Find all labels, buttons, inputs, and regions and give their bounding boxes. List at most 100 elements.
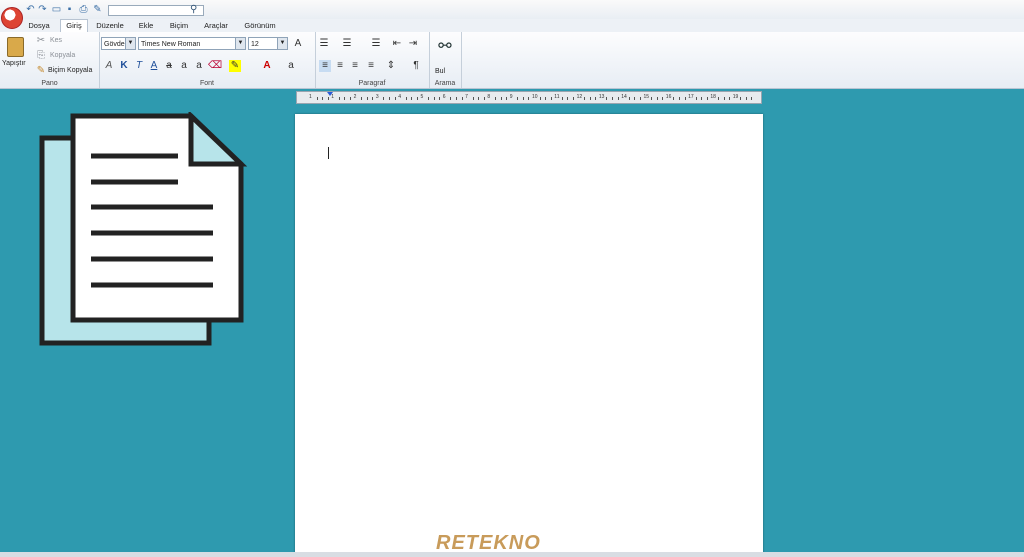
cut-button[interactable]: Kes (50, 37, 62, 44)
text-effects-icon[interactable]: a (285, 60, 297, 72)
ruler-mark: 13 (598, 94, 605, 100)
format-painter-icon[interactable]: ✎ (35, 65, 47, 77)
text-cursor (328, 147, 329, 159)
tab-gorunum[interactable]: Görünüm (240, 20, 280, 31)
quick-access-toolbar: ↶ ↷ ▭ ▪ ⎙ ✎ ⚲ (0, 0, 1024, 20)
ruler-tick (322, 97, 324, 100)
align-right-icon[interactable]: ≡ (349, 60, 361, 72)
binoculars-icon[interactable]: ⚯ (435, 38, 455, 56)
clear-format-icon[interactable]: A (103, 60, 115, 72)
cut-icon[interactable]: ✂ (35, 35, 47, 47)
ruler-tick (745, 97, 747, 100)
open-icon[interactable]: ▭ (51, 4, 62, 15)
ruler-tick (428, 97, 430, 100)
line-spacing-icon[interactable]: ⇕ (385, 60, 397, 72)
style-value: Gövde (104, 41, 125, 48)
style-select[interactable]: Gövde ▼ (101, 37, 136, 50)
ruler-tick (439, 97, 441, 100)
ruler-tick (550, 97, 552, 100)
ruler-tick (500, 97, 502, 100)
italic-icon[interactable]: T (133, 60, 145, 72)
brush-icon[interactable]: ✎ (92, 4, 103, 15)
document-icon (39, 112, 248, 346)
ruler-tick (606, 97, 608, 100)
ruler-mark: 1 (309, 94, 312, 100)
ruler-tick (612, 97, 614, 100)
decrease-indent-icon[interactable]: ⇤ (391, 38, 403, 50)
ruler-tick (717, 97, 719, 100)
ruler-mark: 11 (554, 94, 560, 100)
justify-icon[interactable]: ≡ (365, 60, 377, 72)
ruler-tick (338, 97, 340, 100)
ruler-mark: 6 (442, 94, 446, 100)
tab-dosya[interactable]: Dosya (22, 20, 56, 31)
font-color-icon[interactable]: A (261, 60, 273, 72)
paste-icon[interactable] (7, 37, 24, 57)
multilevel-list-icon[interactable]: ☰ (370, 38, 382, 50)
ruler-tick (416, 97, 418, 100)
ruler-tick (589, 97, 591, 100)
app-logo[interactable] (1, 7, 23, 29)
search-group-label: Arama (434, 80, 456, 87)
subscript-icon[interactable]: a (178, 60, 190, 72)
format-painter-button[interactable]: Biçim Kopyala (48, 67, 92, 74)
ruler-tick (528, 97, 530, 100)
ruler-tick (361, 97, 363, 100)
ruler-tick (706, 97, 708, 100)
tab-araclar[interactable]: Araçlar (199, 20, 233, 31)
bullet-list-icon[interactable]: ☰ (318, 38, 330, 50)
paragraph-mark-icon[interactable]: ¶ (410, 60, 422, 72)
ruler-tick (494, 97, 496, 100)
underline-icon[interactable]: A (148, 60, 160, 72)
font-size-select[interactable]: 12 ▼ (248, 37, 288, 50)
increase-indent-icon[interactable]: ⇥ (407, 38, 419, 50)
ruler-mark: 3 (375, 94, 379, 100)
clipboard-group-label: Pano (41, 80, 58, 87)
ruler-tick (327, 97, 329, 100)
save-icon[interactable]: ▪ (64, 4, 75, 15)
tab-duzenle[interactable]: Düzenle (92, 20, 128, 31)
ruler-tick (684, 97, 686, 100)
ruler-tick (723, 97, 725, 100)
ruler-mark: 4 (398, 94, 401, 100)
document-page[interactable] (295, 114, 763, 557)
numbered-list-icon[interactable]: ☰ (341, 38, 353, 50)
copy-icon[interactable]: ⎘ (35, 50, 47, 62)
search-binoculars-icon[interactable]: ⚲ (190, 4, 197, 15)
ruler-tick (405, 97, 407, 100)
ruler-mark: 1 (331, 94, 335, 100)
align-center-icon[interactable]: ≡ (334, 60, 346, 72)
strikethrough-icon[interactable]: a (163, 60, 175, 72)
find-button[interactable]: Bul (435, 68, 445, 75)
tab-giris[interactable]: Giriş (60, 19, 88, 33)
undo-icon[interactable]: ↶ (25, 4, 36, 15)
ruler-tick (740, 97, 742, 100)
horizontal-ruler[interactable]: 1 1 2 3 4 5 6 7 8 9 10 11 12 13 14 15 16 17 18 19 (296, 91, 762, 104)
font-family-select[interactable]: Times New Roman ▼ (138, 37, 246, 50)
grow-font-icon[interactable]: A (292, 38, 304, 50)
eraser-icon[interactable]: ⌫ (208, 60, 222, 72)
ruler-mark: 18 (710, 94, 716, 100)
ruler-tick (573, 97, 575, 100)
bold-icon[interactable]: K (118, 60, 130, 72)
clipboard-group: Yapıştır ✂ Kes ⎘ Kopyala ✎ Biçim Kopyala… (0, 32, 100, 88)
highlight-icon[interactable]: ✎ (229, 60, 241, 72)
align-left-icon[interactable]: ≡ (319, 60, 331, 72)
ruler-tick (316, 97, 318, 100)
print-icon[interactable]: ⎙ (78, 4, 89, 15)
ruler-tick (506, 97, 508, 100)
superscript-icon[interactable]: a (193, 60, 205, 72)
redo-icon[interactable]: ↷ (37, 4, 48, 15)
ruler-tick (651, 97, 653, 100)
ruler-mark: 17 (688, 94, 694, 100)
chevron-down-icon: ▼ (277, 38, 287, 49)
ruler-mark: 8 (487, 94, 491, 100)
ruler-mark: 19 (732, 94, 739, 100)
paste-button[interactable]: Yapıştır (2, 60, 26, 67)
ruler-tick (350, 97, 352, 100)
tab-bicim[interactable]: Biçim (164, 20, 194, 31)
ruler-tick (678, 97, 680, 100)
copy-button[interactable]: Kopyala (50, 52, 75, 59)
tab-ekle[interactable]: Ekle (134, 20, 158, 31)
font-group: Gövde ▼ Times New Roman ▼ 12 ▼ A A K T A a … (99, 32, 316, 88)
